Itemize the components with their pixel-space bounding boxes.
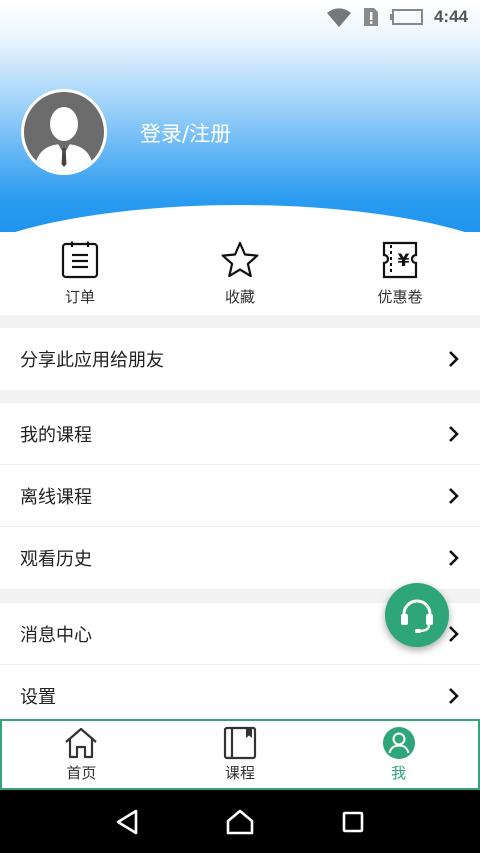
chevron-right-icon: [448, 625, 460, 643]
offline-courses-label: 离线课程: [20, 486, 92, 508]
status-bar: 4:44: [0, 0, 480, 34]
home-icon: [65, 727, 98, 759]
nav-back-button[interactable]: [107, 802, 147, 842]
bottom-tab-bar: 首页 课程 我: [0, 719, 480, 790]
share-app-label: 分享此应用给朋友: [20, 350, 164, 371]
favorites-label: 收藏: [224, 288, 255, 306]
orders-label: 订单: [64, 288, 95, 306]
back-triangle-icon: [116, 809, 137, 834]
order-icon: [61, 241, 99, 279]
avatar[interactable]: [21, 89, 107, 175]
chevron-right-icon: [448, 425, 460, 443]
coupons-label: 优惠卷: [377, 288, 423, 306]
chevron-right-icon: [448, 487, 460, 505]
user-silhouette-icon: [34, 107, 94, 172]
star-icon: [221, 241, 259, 278]
chevron-right-icon: [448, 687, 460, 705]
battery-icon: [389, 8, 424, 26]
tab-courses[interactable]: 课程: [161, 721, 320, 788]
my-courses-item[interactable]: 我的课程: [0, 403, 480, 465]
customer-service-button[interactable]: [385, 583, 449, 647]
tab-courses-label: 课程: [225, 764, 256, 782]
chevron-right-icon: [448, 350, 460, 368]
sim-alert-icon: [362, 6, 380, 28]
nav-recents-button[interactable]: [333, 802, 373, 842]
tab-me[interactable]: 我: [319, 721, 478, 788]
orders-button[interactable]: 订单: [0, 232, 160, 315]
tab-home[interactable]: 首页: [2, 721, 161, 788]
svg-text:¥: ¥: [398, 251, 410, 271]
watch-history-item[interactable]: 观看历史: [0, 527, 480, 589]
status-time: 4:44: [433, 7, 468, 26]
settings-item[interactable]: 设置: [0, 665, 480, 727]
book-icon: [223, 726, 257, 760]
coupons-button[interactable]: ¥ 优惠卷: [320, 232, 480, 315]
quick-actions: 订单 收藏 ¥ 优惠卷: [0, 232, 480, 315]
profile-icon: [382, 727, 415, 759]
wifi-icon: [326, 6, 352, 28]
home-outline-icon: [226, 809, 254, 834]
chevron-right-icon: [448, 549, 460, 567]
settings-label: 设置: [20, 687, 56, 708]
coupon-icon: ¥: [382, 241, 418, 279]
header-curve: [0, 205, 480, 232]
nav-home-button[interactable]: [220, 802, 260, 842]
favorites-button[interactable]: 收藏: [160, 232, 320, 315]
login-register-link[interactable]: 登录/注册: [140, 118, 231, 148]
recents-square-icon: [343, 811, 364, 832]
tab-me-label: 我: [391, 764, 407, 782]
menu-group-courses: 我的课程 离线课程 观看历史: [0, 403, 480, 589]
tab-home-label: 首页: [66, 764, 97, 782]
headset-icon: [401, 599, 433, 633]
share-app-item[interactable]: 分享此应用给朋友: [0, 328, 480, 390]
watch-history-label: 观看历史: [20, 549, 92, 570]
system-navigation-bar: [0, 790, 480, 853]
offline-courses-item[interactable]: 离线课程: [0, 465, 480, 527]
menu-group-share: 分享此应用给朋友: [0, 328, 480, 390]
my-courses-label: 我的课程: [20, 424, 92, 446]
message-center-label: 消息中心: [20, 624, 92, 646]
